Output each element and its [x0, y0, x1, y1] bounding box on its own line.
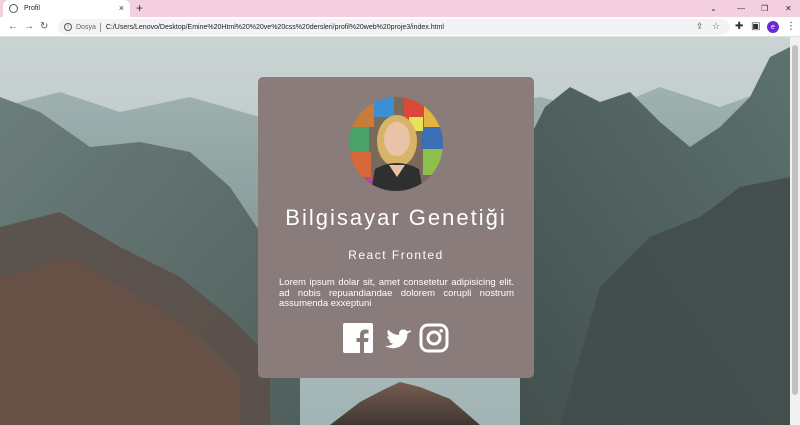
profile-name: Bilgisayar Genetiği	[285, 205, 507, 230]
maximize-button[interactable]: ❐	[761, 0, 768, 17]
browser-tab[interactable]: Profil ×	[3, 0, 130, 17]
url-text[interactable]: C:/Users/Lenovo/Desktop/Emine%20Html%20%…	[106, 24, 444, 31]
extensions-puzzle-icon[interactable]: ✚	[735, 20, 743, 33]
profile-bio: Lorem ipsum dolar sit, amet consetetur a…	[279, 277, 514, 309]
info-icon[interactable]: i	[64, 23, 72, 31]
menu-kebab-icon[interactable]: ⋮	[786, 20, 796, 33]
profile-avatar[interactable]: e	[767, 21, 779, 33]
bookmark-star-icon[interactable]: ☆	[712, 21, 720, 31]
minimize-button[interactable]: —	[737, 0, 745, 17]
side-panel-icon[interactable]: ▣	[751, 20, 760, 33]
globe-icon	[9, 4, 18, 13]
divider	[99, 22, 101, 32]
tab-strip: Profil × + ⌄ — ❐ ✕	[0, 0, 800, 17]
profile-card: Bilgisayar Genetiği React Fronted Lorem …	[258, 77, 534, 378]
address-bar[interactable]: i Dosya C:/Users/Lenovo/Desktop/Emine%20…	[58, 19, 730, 35]
forward-arrow-icon[interactable]: →	[24, 20, 34, 34]
page-scrollbar[interactable]	[790, 37, 800, 425]
social-links	[258, 323, 534, 353]
facebook-icon[interactable]	[343, 323, 373, 353]
browser-toolbar: ← → ↻ i Dosya C:/Users/Lenovo/Desktop/Em…	[0, 17, 800, 37]
scrollbar-thumb[interactable]	[792, 45, 798, 395]
scheme-label: Dosya	[76, 23, 96, 31]
new-tab-button[interactable]: +	[136, 2, 143, 14]
close-window-button[interactable]: ✕	[785, 0, 792, 17]
profile-photo-image	[349, 97, 443, 191]
tab-close-button[interactable]: ×	[119, 4, 124, 13]
back-arrow-icon[interactable]: ←	[8, 20, 18, 34]
profile-role: React Fronted	[348, 248, 444, 262]
instagram-icon[interactable]	[419, 323, 449, 353]
share-icon[interactable]: ⇪	[696, 21, 704, 31]
reload-icon[interactable]: ↻	[40, 20, 48, 34]
page-viewport: Bilgisayar Genetiği React Fronted Lorem …	[0, 37, 790, 425]
profile-photo	[349, 97, 443, 191]
twitter-icon[interactable]	[381, 323, 412, 353]
tab-title: Profil	[24, 5, 40, 12]
tab-search-icon[interactable]: ⌄	[710, 0, 717, 17]
